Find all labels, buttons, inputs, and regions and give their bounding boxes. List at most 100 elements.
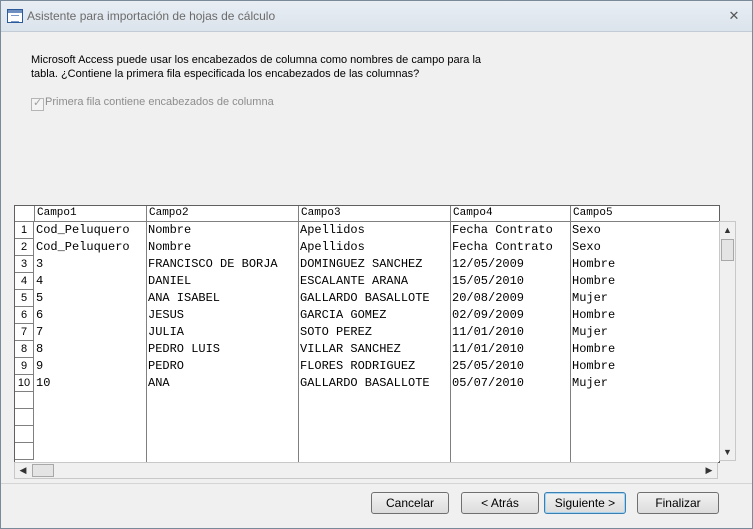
table-row[interactable]: 10 10 ANA GALLARDO BASALLOTE 05/07/2010 Mujer [15, 375, 719, 392]
table-cell: JESUS [148, 308, 185, 322]
first-row-headers-label: Primera fila contiene encabezados de col… [45, 96, 274, 108]
table-cell: Mujer [572, 325, 609, 339]
table-row[interactable]: 4 4 DANIEL ESCALANTE ARANA 15/05/2010 Hombre [15, 273, 719, 290]
table-cell: Mujer [572, 376, 609, 390]
table-cell: 02/09/2009 [452, 308, 525, 322]
table-row[interactable]: 7 7 JULIA SOTO PEREZ 11/01/2010 Mujer [15, 324, 719, 341]
table-cell: ESCALANTE ARANA [300, 274, 409, 288]
table-cell: Hombre [572, 342, 616, 356]
table-cell: Fecha Contrato [452, 240, 553, 254]
row-number: 3 [15, 256, 34, 273]
intro-line-1: Microsoft Access puede usar los encabeza… [31, 54, 482, 66]
table-cell: Mujer [572, 291, 609, 305]
intro-text: Microsoft Access puede usar los encabeza… [31, 53, 501, 81]
column-header-campo1[interactable]: Campo1 [34, 206, 147, 221]
column-header-campo2[interactable]: Campo2 [146, 206, 299, 221]
row-number: 7 [15, 324, 34, 341]
close-icon[interactable]: ✕ [726, 8, 742, 24]
table-cell: 3 [36, 257, 44, 271]
vertical-scrollbar[interactable]: ▲ ▼ [719, 221, 736, 461]
cancel-button[interactable]: Cancelar [371, 492, 449, 514]
row-number [15, 443, 34, 460]
import-wizard-window: Asistente para importación de hojas de c… [0, 0, 753, 529]
table-row[interactable] [15, 409, 719, 426]
table-cell: 11/01/2010 [452, 325, 525, 339]
row-number: 9 [15, 358, 34, 375]
table-cell: Hombre [572, 359, 616, 373]
table-cell: Fecha Contrato [452, 223, 553, 237]
table-cell: Sexo [572, 240, 601, 254]
row-number [15, 409, 34, 426]
table-cell: 25/05/2010 [452, 359, 525, 373]
row-number [15, 426, 34, 443]
column-header-campo4[interactable]: Campo4 [450, 206, 571, 221]
table-cell: Nombre [148, 223, 192, 237]
row-number: 10 [15, 375, 34, 392]
grid-header-row: Campo1 Campo2 Campo3 Campo4 Campo5 [15, 206, 719, 222]
table-cell: 7 [36, 325, 44, 339]
table-row[interactable] [15, 443, 719, 460]
table-cell: 20/08/2009 [452, 291, 525, 305]
table-cell: Apellidos [300, 223, 365, 237]
row-number: 2 [15, 239, 34, 256]
table-cell: 9 [36, 359, 44, 373]
table-cell: Hombre [572, 308, 616, 322]
scroll-down-arrow-icon[interactable]: ▼ [720, 444, 735, 460]
table-cell: PEDRO [148, 359, 185, 373]
intro-line-2: tabla. ¿Contiene la primera fila especif… [31, 68, 420, 80]
scroll-up-arrow-icon[interactable]: ▲ [720, 222, 735, 238]
table-row[interactable]: 5 5 ANA ISABEL GALLARDO BASALLOTE 20/08/2009… [15, 290, 719, 307]
table-cell: PEDRO LUIS [148, 342, 221, 356]
column-header-campo3[interactable]: Campo3 [298, 206, 451, 221]
table-cell: SOTO PEREZ [300, 325, 373, 339]
table-cell: 10 [36, 376, 51, 390]
table-row[interactable] [15, 392, 719, 409]
table-cell: GALLARDO BASALLOTE [300, 291, 430, 305]
table-cell: 4 [36, 274, 44, 288]
app-form-icon [7, 9, 23, 23]
table-row[interactable]: 1 Cod_Peluquero Nombre Apellidos Fecha Contr… [15, 222, 719, 239]
table-cell: GALLARDO BASALLOTE [300, 376, 430, 390]
next-button[interactable]: Siguiente > [544, 492, 626, 514]
horizontal-scrollbar[interactable]: ◀ ▶ [14, 462, 718, 479]
table-cell: DANIEL [148, 274, 192, 288]
scroll-right-arrow-icon[interactable]: ▶ [701, 463, 717, 478]
first-row-headers-checkbox[interactable] [31, 96, 44, 111]
table-cell: Apellidos [300, 240, 365, 254]
table-row[interactable]: 6 6 JESUS GARCIA GOMEZ 02/09/2009 Hombre [15, 307, 719, 324]
back-button[interactable]: < Atrás [461, 492, 539, 514]
row-number: 4 [15, 273, 34, 290]
table-row[interactable]: 2 Cod_Peluquero Nombre Apellidos Fecha Contr… [15, 239, 719, 256]
button-bar-divider [1, 483, 752, 484]
row-number: 5 [15, 290, 34, 307]
table-cell: 11/01/2010 [452, 342, 525, 356]
horizontal-scroll-thumb[interactable] [32, 464, 54, 477]
table-row[interactable]: 9 9 PEDRO FLORES RODRIGUEZ 25/05/2010 Hombre [15, 358, 719, 375]
table-cell: FRANCISCO DE BORJA [148, 257, 278, 271]
table-row[interactable]: 8 8 PEDRO LUIS VILLAR SANCHEZ 11/01/2010 Homb… [15, 341, 719, 358]
column-header-campo5[interactable]: Campo5 [570, 206, 719, 221]
table-cell: 6 [36, 308, 44, 322]
table-cell: DOMINGUEZ SANCHEZ [300, 257, 423, 271]
table-row[interactable]: 3 3 FRANCISCO DE BORJA DOMINGUEZ SANCHEZ 12/… [15, 256, 719, 273]
finish-button[interactable]: Finalizar [637, 492, 719, 514]
row-number [15, 392, 34, 409]
scroll-left-arrow-icon[interactable]: ◀ [15, 463, 31, 478]
table-cell: Sexo [572, 223, 601, 237]
table-cell: ANA [148, 376, 170, 390]
data-preview-grid[interactable]: Campo1 Campo2 Campo3 Campo4 Campo5 1 Cod_… [14, 205, 720, 463]
table-cell: Cod_Peluquero [36, 240, 130, 254]
table-cell: Hombre [572, 274, 616, 288]
table-cell: 15/05/2010 [452, 274, 525, 288]
vertical-scroll-thumb[interactable] [721, 239, 734, 261]
window-title: Asistente para importación de hojas de c… [27, 9, 276, 23]
table-cell: JULIA [148, 325, 185, 339]
table-cell: ANA ISABEL [148, 291, 221, 305]
table-cell: Hombre [572, 257, 616, 271]
table-cell: GARCIA GOMEZ [300, 308, 387, 322]
table-cell: Cod_Peluquero [36, 223, 130, 237]
table-cell: FLORES RODRIGUEZ [300, 359, 416, 373]
table-row[interactable] [15, 426, 719, 443]
title-bar[interactable]: Asistente para importación de hojas de c… [1, 1, 752, 32]
table-cell: VILLAR SANCHEZ [300, 342, 401, 356]
